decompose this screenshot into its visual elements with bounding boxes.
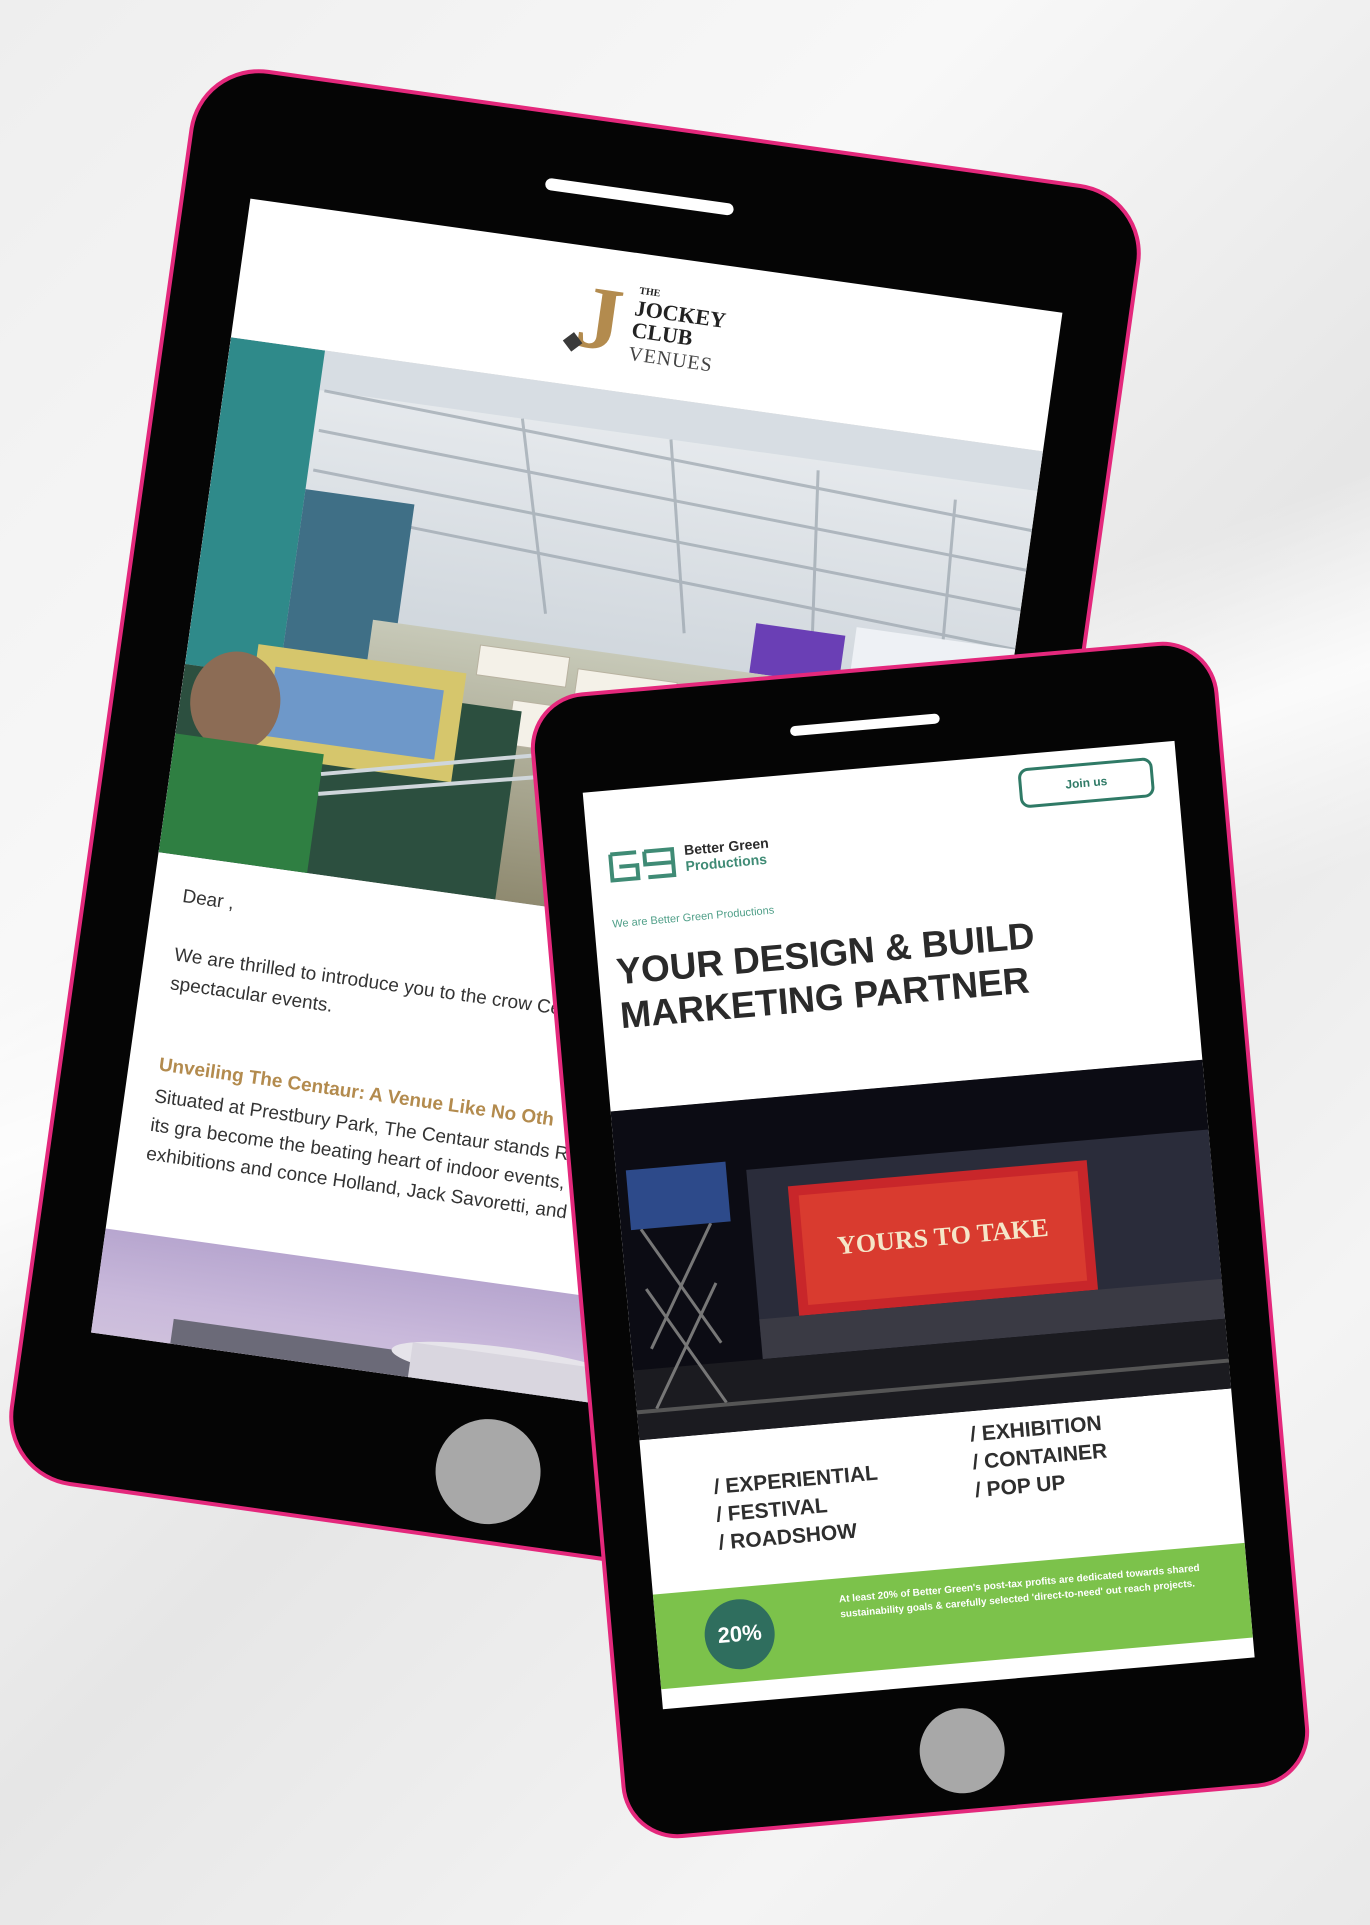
percent-badge: 20% [701,1596,778,1673]
better-green-logo-icon [608,846,677,883]
brand-name: Better Green Productions [683,835,770,874]
stage-illustration: YOURS TO TAKE [610,1059,1232,1441]
join-us-button[interactable]: Join us [1017,756,1156,809]
services-list-right: / EXHIBITION / CONTAINER / POP UP [969,1410,1111,1505]
hero-headline: YOUR DESIGN & BUILD MARKETING PARTNER [614,914,1037,1037]
website-screen[interactable]: Join us Better Green Productions We are … [582,740,1255,1710]
email-greeting: Dear , [181,886,236,915]
tablet-better-green: Join us Better Green Productions We are … [526,637,1314,1843]
logo-j-mark: J [570,266,629,372]
services-list-left: / EXPERIENTIAL / FESTIVAL / ROADSHOW [713,1460,884,1558]
sustainability-text: At least 20% of Better Green's post-tax … [838,1562,1201,1621]
tagline: We are Better Green Productions [611,904,775,931]
event-stage-photo: YOURS TO TAKE [610,1059,1232,1441]
